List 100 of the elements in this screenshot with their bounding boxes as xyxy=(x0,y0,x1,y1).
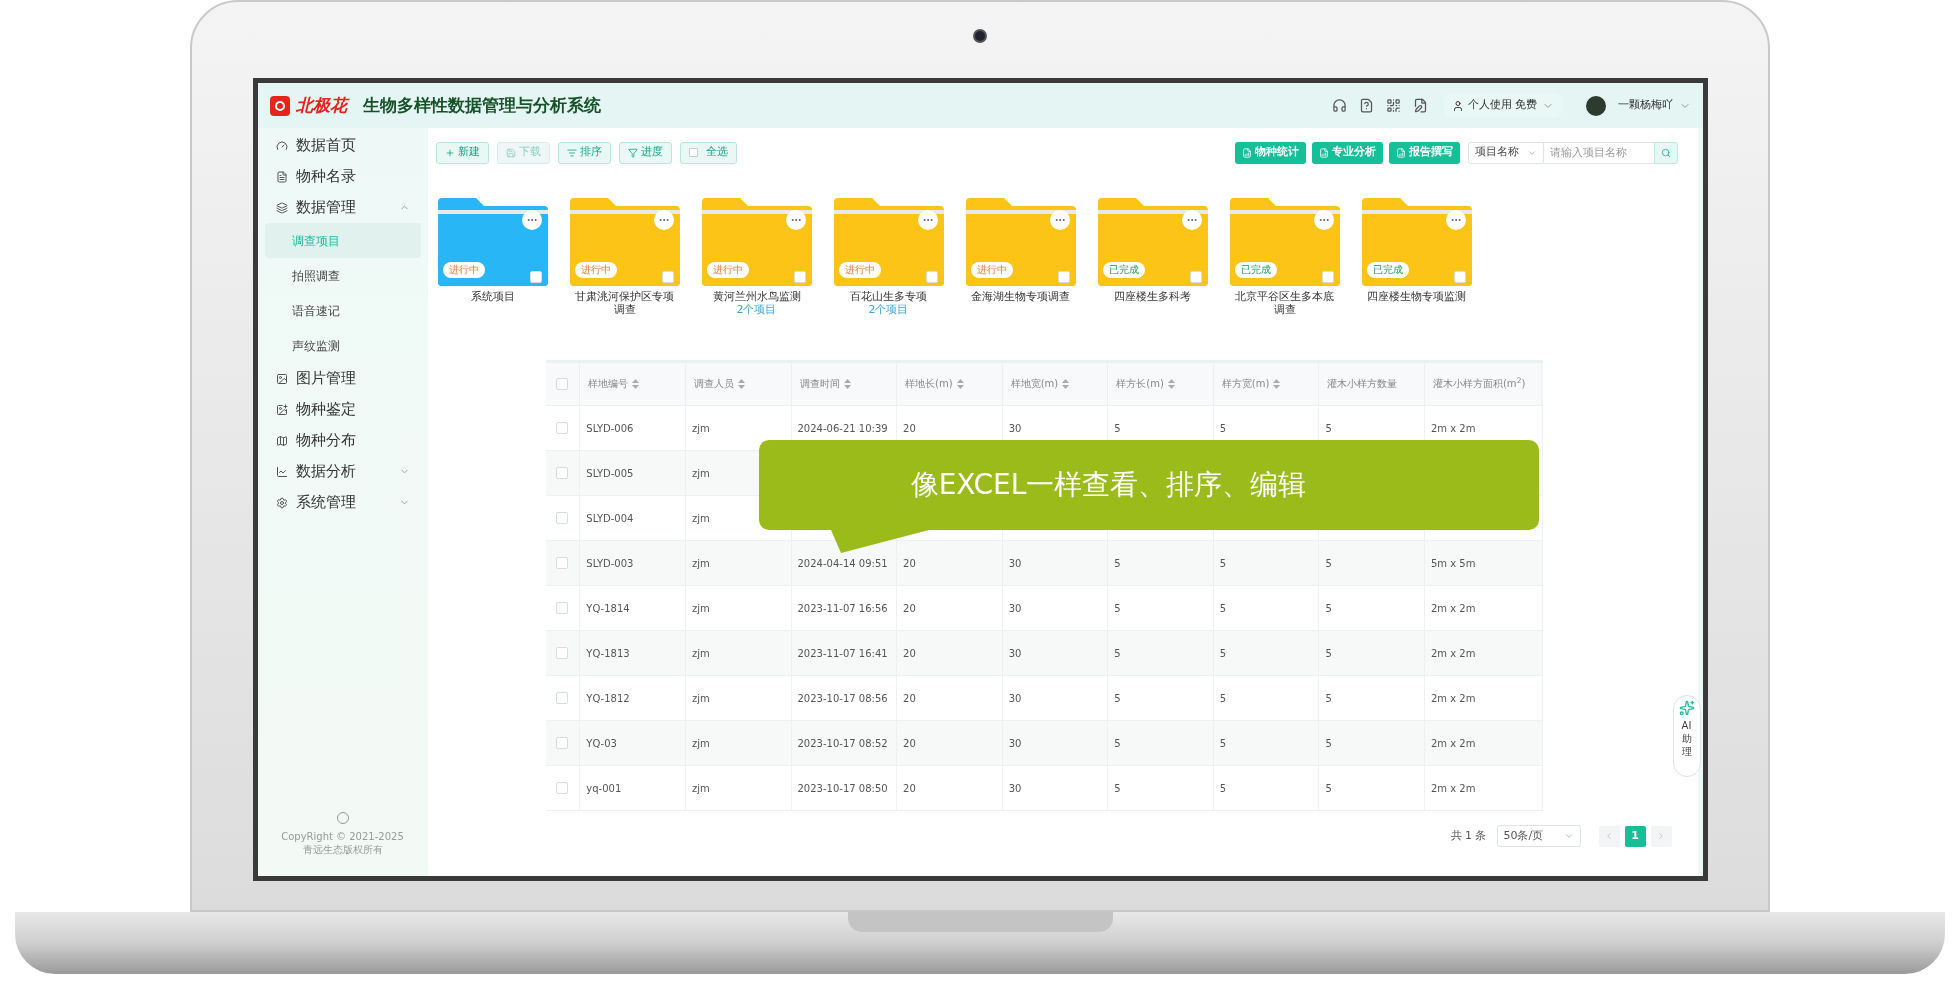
table-cell-text: zjm xyxy=(691,646,710,661)
sort-icon[interactable] xyxy=(1273,379,1281,389)
sort-icon[interactable] xyxy=(843,379,851,389)
table-cell-text: 2023-10-17 08:56 xyxy=(797,691,888,706)
sort-icon[interactable] xyxy=(1062,379,1070,389)
folder-name[interactable]: 系统项目 xyxy=(438,290,547,303)
table-cell-text: 2m x 2m xyxy=(1430,736,1476,751)
support-icon[interactable] xyxy=(1332,98,1347,113)
table-cell-text: 20 xyxy=(903,781,916,796)
column-header[interactable]: 样方宽(m) xyxy=(1213,363,1320,405)
sort-icon[interactable] xyxy=(956,379,964,389)
plan-selector[interactable]: 个人使用 免费 xyxy=(1444,93,1562,118)
checkbox[interactable] xyxy=(556,782,569,794)
submenu-item[interactable]: 拍照调查 xyxy=(264,258,421,293)
status-tag: 已完成 xyxy=(1366,262,1409,278)
sidebar-item[interactable]: 数据首页 xyxy=(257,130,428,161)
search-button[interactable] xyxy=(1653,141,1678,164)
column-header[interactable]: 调查人员 xyxy=(685,363,792,405)
checkbox[interactable] xyxy=(556,512,569,524)
report-icon xyxy=(1395,147,1406,158)
checkbox[interactable] xyxy=(556,692,569,704)
help-icon[interactable] xyxy=(1359,98,1374,113)
column-header[interactable]: 样地编号 xyxy=(580,363,686,405)
next-page-button[interactable] xyxy=(1650,825,1672,847)
previous-page-button[interactable] xyxy=(1598,825,1620,847)
checkbox[interactable] xyxy=(556,647,569,659)
folder-name[interactable]: 金海湖生物专项调查 xyxy=(966,290,1075,303)
table-row[interactable]: yq-001 zjm 2023-10-17 08:50 20 30 5 5 5 2m x 2m xyxy=(545,766,1543,811)
checkbox[interactable] xyxy=(556,557,569,569)
sidebar-item[interactable]: 物种分布 xyxy=(257,425,428,456)
status-tag: 进行中 xyxy=(574,262,617,278)
table-cell-text: zjm xyxy=(691,556,710,571)
folder-icon[interactable] xyxy=(701,198,812,286)
folder-name[interactable]: 甘肃洮河保护区专项调查 xyxy=(570,290,679,316)
table-cell-text: 5 xyxy=(1114,691,1121,706)
table-cell-text: 5 xyxy=(1114,421,1121,436)
column-header[interactable]: 灌木小样方数量 xyxy=(1319,363,1425,405)
menu-icon xyxy=(275,372,288,385)
folder-name[interactable]: 黄河兰州水鸟监测 xyxy=(702,290,811,303)
checkbox[interactable] xyxy=(556,602,569,614)
column-header[interactable]: 样地宽(m) xyxy=(1002,363,1109,405)
column-header[interactable]: 调查时间 xyxy=(791,363,898,405)
sidebar-item[interactable]: 物种鉴定 xyxy=(257,394,428,425)
table-row[interactable]: YQ-1814 zjm 2023-11-07 16:56 20 30 5 5 5 2m x 2m xyxy=(545,586,1543,631)
folder-icon[interactable] xyxy=(1097,198,1208,286)
logo-icon xyxy=(269,95,290,116)
avatar[interactable] xyxy=(1585,95,1606,116)
total-count: 共 1 条 xyxy=(1450,827,1487,844)
column-header[interactable]: 样地长(m) xyxy=(897,363,1003,405)
folder-icon[interactable] xyxy=(833,198,944,286)
table-cell-text: 20 xyxy=(903,421,916,436)
table-row[interactable]: YQ-03 zjm 2023-10-17 08:52 20 30 5 5 5 2m x 2m xyxy=(545,721,1543,766)
table-cell-text: 5 xyxy=(1325,601,1332,616)
scope-dropdown[interactable]: 项目名称 xyxy=(1467,141,1544,164)
checkbox[interactable] xyxy=(556,467,569,479)
folder-name[interactable]: 北京平谷区生多本底调查 xyxy=(1230,290,1339,316)
sidebar-item[interactable]: 图片管理 xyxy=(257,363,428,394)
edit-document-icon[interactable] xyxy=(1413,98,1428,113)
folder-icon[interactable] xyxy=(437,198,548,286)
folder-icon[interactable] xyxy=(965,198,1076,286)
table-cell-text: 20 xyxy=(903,736,916,751)
submenu-item[interactable]: 语音速记 xyxy=(264,293,421,328)
folder-name[interactable]: 四座楼生物专项监测 xyxy=(1362,290,1471,303)
folder-icon[interactable] xyxy=(1361,198,1472,286)
submenu-item[interactable]: 声纹监测 xyxy=(264,328,421,363)
sort-icon[interactable] xyxy=(1167,379,1175,389)
sidebar-item[interactable]: 数据管理 xyxy=(257,192,428,223)
page-size-dropdown[interactable]: 50条/页 xyxy=(1496,825,1581,847)
sidebar-item[interactable]: 系统管理 xyxy=(257,487,428,518)
table-cell-text: SLYD-004 xyxy=(586,511,634,526)
table-cell-text: 5 xyxy=(1325,421,1332,436)
qr-code-icon[interactable] xyxy=(1386,98,1401,113)
table-cell-text: 2023-10-17 08:50 xyxy=(797,781,888,796)
sidebar-item[interactable]: 物种名录 xyxy=(257,161,428,192)
search-field[interactable]: 请输入项目名称 xyxy=(1543,141,1654,164)
sort-icon[interactable] xyxy=(737,379,745,389)
user-menu[interactable]: 一颗杨梅吖 xyxy=(1617,97,1691,114)
table-cell-text: zjm xyxy=(691,781,710,796)
sort-icon[interactable] xyxy=(632,379,640,389)
table-row[interactable]: SLYD-003 zjm 2024-04-14 09:51 20 30 5 5 5 5m x 5m xyxy=(545,541,1543,586)
table-row[interactable]: YQ-1812 zjm 2023-10-17 08:56 20 30 5 5 5 2m x 2m xyxy=(545,676,1543,721)
checkbox[interactable] xyxy=(556,378,569,390)
table-cell-text: 2m x 2m xyxy=(1430,781,1476,796)
column-header[interactable]: 样方长(m) xyxy=(1108,363,1214,405)
folder-icon[interactable] xyxy=(1229,198,1340,286)
table-cell-text: zjm xyxy=(691,466,710,481)
table-cell-text: 2m x 2m xyxy=(1430,601,1476,616)
table-cell-text: SLYD-003 xyxy=(586,556,634,571)
user-icon xyxy=(1452,99,1464,112)
sidebar-item[interactable]: 数据分析 xyxy=(257,456,428,487)
table-cell-text: 5m x 5m xyxy=(1430,556,1476,571)
folder-name[interactable]: 百花山生多专项 xyxy=(834,290,943,303)
checkbox[interactable] xyxy=(556,422,569,434)
checkbox[interactable] xyxy=(556,737,569,749)
folder-icon[interactable] xyxy=(569,198,680,286)
table-row[interactable]: YQ-1813 zjm 2023-11-07 16:41 20 30 5 5 5 2m x 2m xyxy=(545,631,1543,676)
column-header[interactable]: 灌木小样方面积(m$^{2}$) xyxy=(1424,363,1543,405)
folder-name[interactable]: 四座楼生多科考 xyxy=(1098,290,1207,303)
button-icon xyxy=(505,147,516,158)
menu-icon xyxy=(275,496,288,509)
